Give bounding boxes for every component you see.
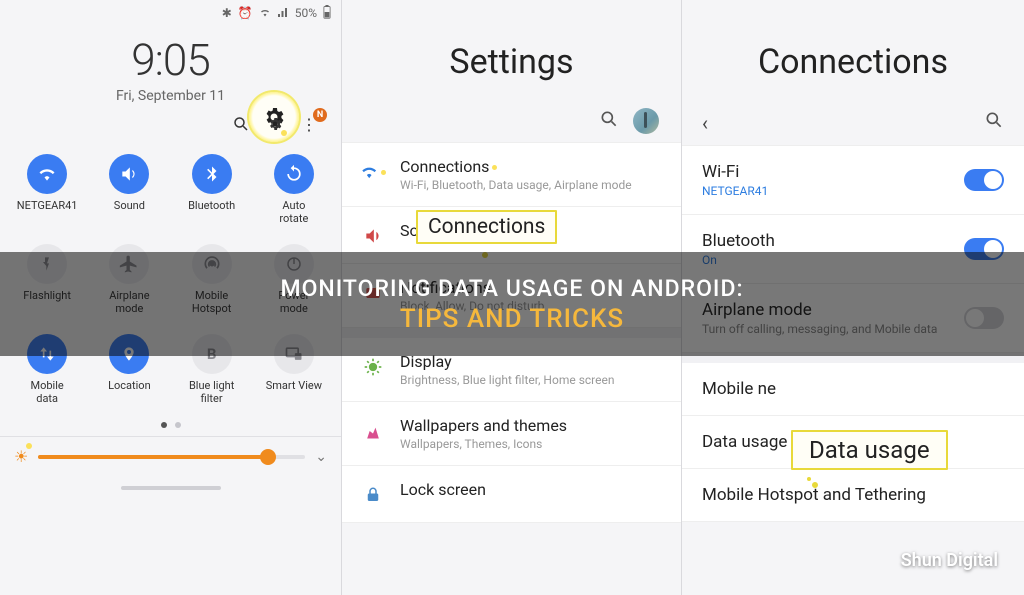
shade-drag-handle[interactable] (121, 486, 221, 490)
qs-label: Auto rotate (279, 200, 308, 226)
wifi-icon (259, 6, 271, 20)
shade-top-icons: ⋮ N (0, 106, 341, 138)
brightness-fill (38, 455, 268, 459)
row-title: Mobile Hotspot and Tethering (702, 485, 926, 505)
sound-icon (360, 223, 386, 249)
page-dot (175, 422, 181, 428)
callout-data-usage: Data usage (791, 430, 948, 470)
brand-watermark: Shun Digital (901, 550, 998, 571)
row-title: Data usage (702, 432, 796, 452)
disp-icon (360, 354, 386, 380)
overlay-line1: MONITORING DATA USAGE ON ANDROID: (280, 275, 743, 302)
volume-icon[interactable] (109, 154, 149, 194)
wifi-icon[interactable] (27, 154, 67, 194)
profile-avatar[interactable] (633, 108, 659, 134)
callout-connections: Connections (416, 210, 557, 244)
settings-row-wall[interactable]: Wallpapers and themes Wallpapers, Themes,… (342, 402, 681, 466)
connections-title: Connections (682, 0, 1024, 104)
search-icon[interactable] (231, 114, 251, 134)
settings-row-wifi[interactable]: Connections Wi-Fi, Bluetooth, Data usage,… (342, 143, 681, 207)
qs-label: Smart View (266, 380, 322, 406)
qs-label: Blue light filter (189, 380, 234, 406)
clock-time: 9:05 (0, 34, 341, 86)
qs-autorotate[interactable]: Auto rotate (255, 154, 333, 226)
quick-settings-pager[interactable] (0, 416, 341, 436)
back-icon[interactable]: ‹ (702, 111, 708, 135)
row-title: Connections (400, 157, 632, 176)
connection-row-mobile-networks[interactable]: Mobile ne (682, 363, 1024, 416)
connections-top-bar: ‹ (682, 104, 1024, 145)
wall-icon (360, 418, 386, 444)
lock-icon (360, 482, 386, 508)
bluetooth-icon[interactable] (192, 154, 232, 194)
qs-label: Sound (114, 200, 145, 226)
connection-row-wi-fi[interactable]: Wi-Fi NETGEAR41 (682, 146, 1024, 215)
overlay-line2: TIPS AND TRICKS (400, 304, 624, 334)
row-title: Wi-Fi (702, 162, 768, 182)
qs-label: Location (108, 380, 151, 406)
brightness-icon: ☀ (14, 447, 28, 466)
title-overlay: MONITORING DATA USAGE ON ANDROID: TIPS A… (0, 252, 1024, 356)
alarm-icon: ⏰ (238, 7, 253, 19)
qs-label: Bluetooth (188, 200, 235, 226)
row-title: Bluetooth (702, 231, 775, 251)
qs-wifi[interactable]: NETGEAR41 (8, 154, 86, 226)
battery-icon (323, 5, 331, 21)
settings-title: Settings (342, 0, 681, 104)
row-title: Wallpapers and themes (400, 416, 567, 435)
signal-icon (277, 6, 289, 20)
qs-label: NETGEAR41 (17, 200, 78, 226)
qs-label: Mobile data (31, 380, 64, 406)
notification-badge: N (313, 108, 327, 122)
more-icon[interactable]: ⋮ N (299, 114, 319, 134)
row-desc: NETGEAR41 (702, 184, 768, 198)
connection-row-mobile-hotspot-and-tethering[interactable]: Mobile Hotspot and Tethering (682, 469, 1024, 522)
arrow-dot (812, 482, 818, 488)
battery-text: 50% (295, 7, 317, 19)
row-title: Mobile ne (702, 379, 776, 399)
clock-block: 9:05 Fri, September 11 (0, 26, 341, 106)
settings-row-lock[interactable]: Lock screen (342, 466, 681, 523)
settings-top-bar (342, 104, 681, 142)
row-title: Lock screen (400, 480, 486, 499)
row-desc: Wi-Fi, Bluetooth, Data usage, Airplane m… (400, 178, 632, 192)
gear-small-icon[interactable] (265, 114, 285, 134)
search-icon[interactable] (599, 109, 619, 134)
qs-bluetooth[interactable]: Bluetooth (173, 154, 251, 226)
brightness-row: ☀ ⌄ (0, 436, 341, 476)
status-bar: ✱ ⏰ 50% (0, 0, 341, 26)
brightness-thumb[interactable] (260, 449, 276, 465)
row-desc: Wallpapers, Themes, Icons (400, 437, 567, 451)
wifi-icon (360, 159, 386, 185)
search-icon[interactable] (984, 110, 1004, 135)
qs-sound[interactable]: Sound (90, 154, 168, 226)
row-desc: Brightness, Blue light filter, Home scre… (400, 373, 614, 387)
rotate-icon[interactable] (274, 154, 314, 194)
toggle-wi-fi[interactable] (964, 169, 1004, 191)
bluetooth-icon: ✱ (222, 7, 232, 19)
page-dot (161, 422, 167, 428)
brightness-slider[interactable] (38, 455, 305, 459)
chevron-down-icon[interactable]: ⌄ (315, 449, 327, 465)
